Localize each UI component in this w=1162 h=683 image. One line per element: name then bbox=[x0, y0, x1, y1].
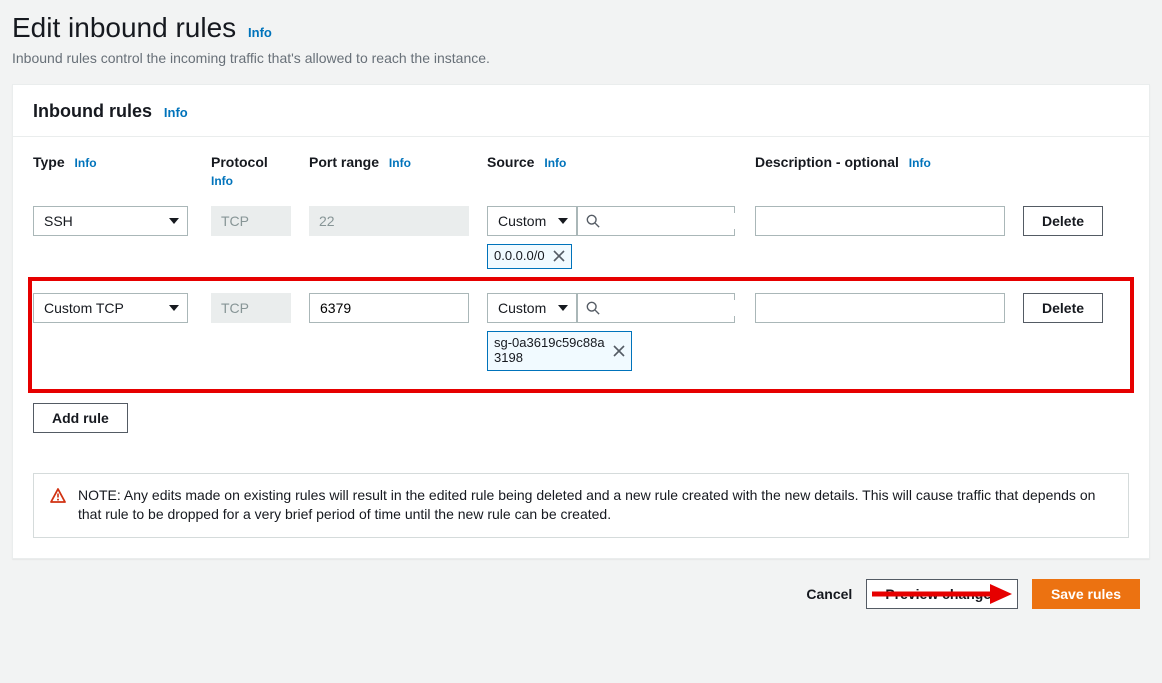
page-title: Edit inbound rules bbox=[12, 12, 236, 43]
col-port: Port range bbox=[309, 154, 379, 170]
inbound-rules-panel: Inbound rules Info Type Info Protocol In… bbox=[12, 84, 1150, 559]
col-protocol-info[interactable]: Info bbox=[211, 174, 233, 188]
tag-text: 0.0.0.0/0 bbox=[494, 249, 545, 264]
col-type: Type bbox=[33, 154, 65, 170]
page-description: Inbound rules control the incoming traff… bbox=[12, 50, 1150, 66]
source-search[interactable] bbox=[577, 206, 735, 236]
protocol-readonly: TCP bbox=[211, 293, 291, 323]
col-desc: Description - optional bbox=[755, 154, 899, 170]
protocol-readonly: TCP bbox=[211, 206, 291, 236]
source-mode-value: Custom bbox=[498, 300, 546, 316]
page-info-link[interactable]: Info bbox=[248, 25, 272, 40]
col-source: Source bbox=[487, 154, 534, 170]
close-icon[interactable] bbox=[553, 250, 565, 262]
delete-button[interactable]: Delete bbox=[1023, 293, 1103, 323]
port-readonly: 22 bbox=[309, 206, 469, 236]
panel-info-link[interactable]: Info bbox=[164, 105, 188, 120]
source-tag: sg-0a3619c59c88a3198 bbox=[487, 331, 632, 371]
source-mode-select[interactable]: Custom bbox=[487, 293, 577, 323]
note-text: NOTE: Any edits made on existing rules w… bbox=[78, 486, 1112, 525]
chevron-down-icon bbox=[169, 218, 179, 224]
source-mode-value: Custom bbox=[498, 213, 546, 229]
col-desc-info[interactable]: Info bbox=[909, 156, 931, 170]
chevron-down-icon bbox=[558, 305, 568, 311]
warning-icon bbox=[50, 488, 66, 504]
description-input[interactable] bbox=[755, 206, 1005, 236]
type-value: SSH bbox=[44, 213, 73, 229]
source-search[interactable] bbox=[577, 293, 735, 323]
add-rule-button[interactable]: Add rule bbox=[33, 403, 128, 433]
delete-button[interactable]: Delete bbox=[1023, 206, 1103, 236]
type-select[interactable]: Custom TCP bbox=[33, 293, 188, 323]
chevron-down-icon bbox=[169, 305, 179, 311]
tag-text: sg-0a3619c59c88a3198 bbox=[494, 336, 605, 366]
cancel-button[interactable]: Cancel bbox=[806, 586, 852, 602]
source-tag: 0.0.0.0/0 bbox=[487, 244, 572, 269]
col-port-info[interactable]: Info bbox=[389, 156, 411, 170]
chevron-down-icon bbox=[558, 218, 568, 224]
close-icon[interactable] bbox=[613, 345, 625, 357]
col-type-info[interactable]: Info bbox=[75, 156, 97, 170]
col-source-info[interactable]: Info bbox=[544, 156, 566, 170]
search-icon bbox=[586, 214, 600, 228]
search-icon bbox=[586, 301, 600, 315]
panel-title: Inbound rules bbox=[33, 101, 152, 121]
save-rules-button[interactable]: Save rules bbox=[1032, 579, 1140, 609]
description-input[interactable] bbox=[755, 293, 1005, 323]
type-value: Custom TCP bbox=[44, 300, 124, 316]
highlighted-rule: Custom TCP TCP bbox=[28, 277, 1134, 393]
preview-changes-button[interactable]: Preview changes bbox=[866, 579, 1018, 609]
col-protocol: Protocol bbox=[211, 154, 268, 170]
source-mode-select[interactable]: Custom bbox=[487, 206, 577, 236]
port-input[interactable] bbox=[309, 293, 469, 323]
type-select[interactable]: SSH bbox=[33, 206, 188, 236]
note-box: NOTE: Any edits made on existing rules w… bbox=[33, 473, 1129, 538]
